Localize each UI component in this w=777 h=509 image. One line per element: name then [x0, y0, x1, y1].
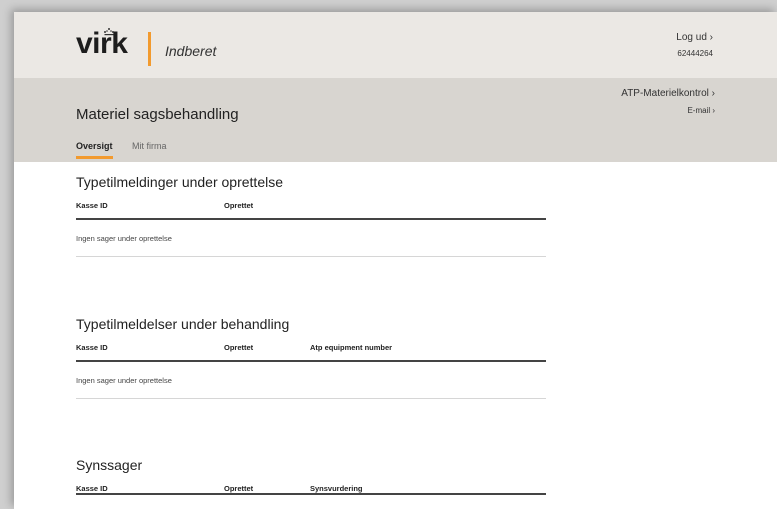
table-header: Kasse ID Oprettet Atp equipment number [76, 343, 546, 357]
header-divider [76, 360, 546, 362]
top-header: virk Indberet Log ud › 62444264 [14, 12, 777, 78]
page-title: Materiel sagsbehandling [76, 106, 239, 123]
section-title: Typetilmeldinger under oprettelse [76, 174, 284, 190]
column-oprettet: Oprettet [224, 201, 254, 210]
table-header: Kasse ID Oprettet [76, 201, 546, 215]
logo-subtitle: Indberet [165, 43, 217, 59]
section-title: Synssager [76, 457, 143, 473]
tab-mit-firma[interactable]: Mit firma [132, 141, 167, 151]
page-header: Materiel sagsbehandling ATP-Materielkont… [14, 78, 777, 162]
empty-message: Ingen sager under oprettelse [76, 376, 172, 385]
virk-logo[interactable]: virk [76, 27, 128, 61]
row-divider [76, 256, 546, 257]
row-divider [76, 398, 546, 399]
browser-frame: virk Indberet Log ud › 62444264 Materiel… [14, 12, 777, 509]
empty-message: Ingen sager under oprettelse [76, 234, 172, 243]
section-typetilmeldelser-behandling: Typetilmeldelser under behandling Kasse … [76, 316, 546, 406]
header-divider [76, 218, 546, 220]
section-title: Typetilmeldelser under behandling [76, 316, 290, 332]
email-link[interactable]: E-mail › [687, 106, 715, 115]
header-divider [76, 493, 546, 495]
cvr-number: 62444264 [677, 49, 713, 58]
logo-divider [148, 32, 151, 66]
column-kasse-id: Kasse ID [76, 484, 108, 493]
column-atp-equipment-number: Atp equipment number [310, 343, 393, 352]
column-oprettet: Oprettet [224, 343, 254, 352]
tab-oversigt[interactable]: Oversigt [76, 141, 113, 159]
column-synsvurdering: Synsvurdering [310, 484, 363, 493]
logout-link[interactable]: Log ud › [676, 32, 713, 43]
column-kasse-id: Kasse ID [76, 201, 108, 210]
section-typetilmeldinger-oprettelse: Typetilmeldinger under oprettelse Kasse … [76, 174, 546, 264]
crown-icon [104, 28, 114, 36]
table-header: Kasse ID Oprettet Synsvurdering [76, 484, 546, 498]
column-oprettet: Oprettet [224, 484, 254, 493]
atp-service-link[interactable]: ATP-Materielkontrol › [621, 88, 715, 99]
section-synssager: Synssager Kasse ID Oprettet Synsvurderin… [76, 457, 546, 509]
column-kasse-id: Kasse ID [76, 343, 108, 352]
